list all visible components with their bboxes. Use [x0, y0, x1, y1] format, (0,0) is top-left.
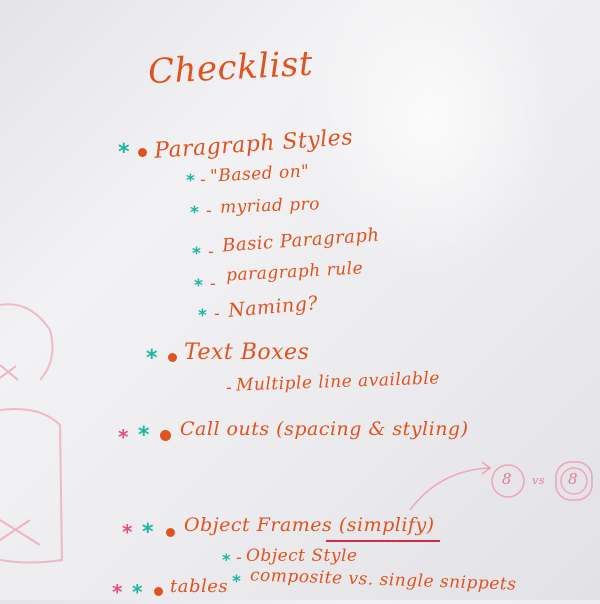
- asterisk-icon: *: [112, 580, 123, 604]
- bullet-dot-icon: [160, 430, 171, 441]
- sub-item-myriad-pro: myriad pro: [219, 194, 321, 218]
- asterisk-icon: *: [190, 203, 199, 223]
- asterisk-icon: *: [142, 520, 154, 545]
- sub-item-object-style: Object Style: [246, 546, 358, 566]
- bullet-dot-icon: [166, 528, 175, 537]
- asterisk-icon: *: [192, 244, 201, 264]
- asterisk-icon: *: [138, 423, 150, 448]
- asterisk-icon: *: [222, 550, 231, 569]
- dash-icon: -: [214, 304, 220, 323]
- asterisk-icon: *: [122, 520, 133, 544]
- asterisk-icon: *: [198, 306, 207, 326]
- diagram-right-label: 8: [568, 470, 579, 488]
- simplify-underline: [326, 540, 440, 542]
- checklist-item-call-outs: Call outs (spacing & styling): [180, 418, 469, 440]
- bullet-dot-icon: [154, 587, 163, 596]
- checklist-item-text-boxes: Text Boxes: [184, 340, 310, 365]
- checklist-item-tables: tables: [170, 576, 229, 597]
- asterisk-icon: *: [118, 140, 130, 165]
- asterisk-icon: *: [232, 572, 241, 592]
- asterisk-icon: *: [132, 580, 143, 604]
- dash-icon: -: [210, 274, 216, 293]
- dash-icon: -: [226, 378, 232, 397]
- dash-icon: -: [200, 170, 206, 189]
- asterisk-icon: *: [186, 171, 195, 191]
- dash-icon: -: [236, 548, 242, 567]
- bullet-dot-icon: [168, 353, 177, 362]
- dash-icon: -: [206, 201, 212, 220]
- diagram-left-label: 8: [502, 470, 513, 488]
- whiteboard: 8 vs 8 Checklist * Paragraph Styles * - …: [0, 0, 600, 604]
- checklist-item-object-frames: Object Frames (simplify): [184, 514, 435, 536]
- asterisk-icon: *: [194, 276, 203, 296]
- bullet-dot-icon: [138, 148, 147, 157]
- asterisk-icon: *: [146, 346, 158, 371]
- asterisk-icon: *: [118, 425, 129, 449]
- diagram-joiner: vs: [532, 474, 545, 487]
- dash-icon: -: [208, 242, 214, 261]
